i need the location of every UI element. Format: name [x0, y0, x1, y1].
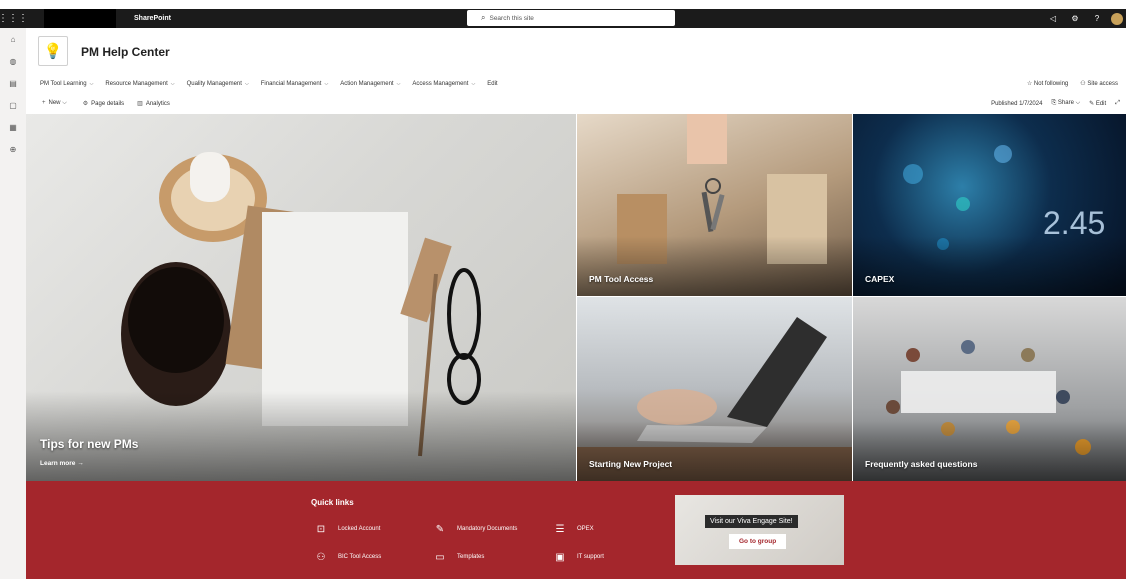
quick-links-section: Quick links ⊡ Locked Account ✎ Mandatory…	[26, 481, 1126, 579]
quick-link-it-support[interactable]: ▣ IT support	[553, 550, 604, 564]
document-edit-icon: ✎	[435, 523, 445, 535]
expand-icon[interactable]: ⤢	[1115, 100, 1120, 107]
quick-link-bic-tool-access[interactable]: ⚇ BIC Tool Access	[314, 550, 382, 564]
command-bar: + New ⌵ ⚙ Page details ▥ Analytics Publishe…	[26, 93, 1126, 114]
nav-item-pm-tool-learning[interactable]: PM Tool Learning ⌵	[40, 81, 93, 87]
hero-tile-pm-tool-access[interactable]: PM Tool Access	[577, 114, 852, 296]
gear-icon: ⚙	[82, 101, 89, 107]
analytics-button[interactable]: ▥ Analytics	[137, 100, 170, 107]
lightbulb-icon[interactable]: 💡	[38, 36, 68, 66]
nav-item-financial-management[interactable]: Financial Management ⌵	[261, 81, 329, 87]
suite-bar: ⋮⋮⋮ SharePoint ⌕ Search this site ◁ ⚙ ?	[0, 9, 1126, 28]
nav-edit-link[interactable]: Edit	[487, 81, 497, 87]
chevron-down-icon: ⌵	[1073, 100, 1081, 106]
left-rail: ⌂ ◍ ▤ ▢ ▦ ⊕	[0, 28, 26, 579]
follow-button[interactable]: ☆ Not following	[1027, 80, 1068, 87]
hero-tile-capex[interactable]: 2.45 CAPEX	[853, 114, 1126, 296]
new-button[interactable]: + New ⌵	[42, 100, 70, 107]
hero-main-tile[interactable]: Tips for new PMs Learn more →	[26, 114, 576, 481]
chevron-down-icon: ⌵	[396, 80, 401, 87]
quick-link-templates[interactable]: ▭ Templates	[433, 550, 484, 564]
list-icon: ☰	[555, 523, 565, 535]
chevron-down-icon: ⌵	[89, 80, 94, 87]
learn-more-link[interactable]: Learn more →	[40, 460, 84, 467]
quick-link-mandatory-documents[interactable]: ✎ Mandatory Documents	[433, 522, 518, 536]
nav-item-access-management[interactable]: Access Management ⌵	[412, 81, 475, 87]
hero-tile-faq[interactable]: Frequently asked questions	[853, 297, 1126, 481]
nav-item-action-management[interactable]: Action Management ⌵	[340, 81, 400, 87]
people-icon: ⚇	[316, 551, 326, 563]
command-bar-right: Published 1/7/2024 ⎘ Share ⌵ ✎ Edit ⤢	[982, 93, 1120, 114]
search-placeholder: Search this site	[489, 14, 534, 22]
hero-tile-starting-new-project[interactable]: Starting New Project	[577, 297, 852, 481]
go-to-group-button[interactable]: Go to group	[729, 534, 787, 549]
chevron-down-icon: ⌵	[471, 80, 476, 87]
tile-title[interactable]: Frequently asked questions	[865, 459, 977, 469]
news-icon[interactable]: ▤	[0, 72, 26, 94]
chevron-down-icon: ⌵	[170, 80, 175, 87]
site-header: 💡 PM Help Center	[26, 28, 1126, 74]
hero-shade	[26, 391, 576, 481]
star-icon: ☆	[1026, 81, 1034, 87]
tile-title[interactable]: PM Tool Access	[589, 274, 653, 284]
nav-actions: ☆ Not following ⚇ Site access	[1015, 74, 1118, 93]
published-status: Published 1/7/2024	[991, 100, 1043, 107]
hero-main-title[interactable]: Tips for new PMs	[40, 437, 138, 451]
brand-logo[interactable]	[44, 9, 116, 28]
suite-actions: ◁ ⚙ ?	[1042, 9, 1126, 28]
nav-item-resource-management[interactable]: Resource Management ⌵	[105, 81, 174, 87]
chevron-down-icon: ⌵	[324, 80, 329, 87]
quick-link-locked-account[interactable]: ⊡ Locked Account	[314, 522, 381, 536]
tile-title[interactable]: CAPEX	[865, 274, 894, 284]
nav-item-quality-management[interactable]: Quality Management ⌵	[187, 81, 249, 87]
avatar[interactable]	[1111, 12, 1123, 25]
quick-link-opex[interactable]: ☰ OPEX	[553, 522, 594, 536]
chart-icon: ▥	[137, 101, 143, 107]
document-icon: ▭	[435, 551, 445, 563]
create-icon[interactable]: ⊕	[0, 138, 26, 160]
edit-button[interactable]: ✎ Edit	[1089, 100, 1106, 107]
viva-engage-title: Visit our Viva Engage Site!	[705, 515, 798, 528]
chevron-down-icon: ⌵	[244, 80, 249, 87]
page-details-button[interactable]: ⚙ Page details	[83, 100, 124, 107]
app-name[interactable]: SharePoint	[134, 15, 171, 22]
file-icon[interactable]: ▢	[0, 94, 26, 116]
support-icon: ▣	[555, 551, 565, 563]
pencil-icon: ✎	[1089, 101, 1096, 107]
share-button[interactable]: ⎘ Share ⌵	[1051, 100, 1080, 107]
lock-icon: ⊡	[316, 523, 326, 535]
globe-icon[interactable]: ◍	[0, 50, 26, 72]
home-icon[interactable]: ⌂	[0, 28, 26, 50]
help-icon[interactable]: ?	[1086, 9, 1108, 28]
viva-engage-card: Visit our Viva Engage Site! Go to group	[675, 495, 844, 565]
feedback-icon[interactable]: ◁	[1042, 9, 1064, 28]
quick-links-title: Quick links	[311, 498, 354, 507]
search-icon: ⌕	[481, 13, 486, 22]
chevron-down-icon: ⌵	[60, 100, 67, 106]
tile-title[interactable]: Starting New Project	[589, 459, 672, 469]
settings-icon[interactable]: ⚙	[1064, 9, 1086, 28]
app-launcher-icon[interactable]: ⋮⋮⋮	[0, 9, 28, 28]
site-navigation: PM Tool Learning ⌵ Resource Management ⌵ Q…	[26, 74, 1126, 93]
plus-icon: +	[42, 100, 46, 106]
lists-icon[interactable]: ▦	[0, 116, 26, 138]
site-access-button[interactable]: ⚇ Site access	[1080, 80, 1118, 87]
search-box[interactable]: ⌕ Search this site	[467, 10, 675, 26]
site-title[interactable]: PM Help Center	[81, 45, 170, 59]
